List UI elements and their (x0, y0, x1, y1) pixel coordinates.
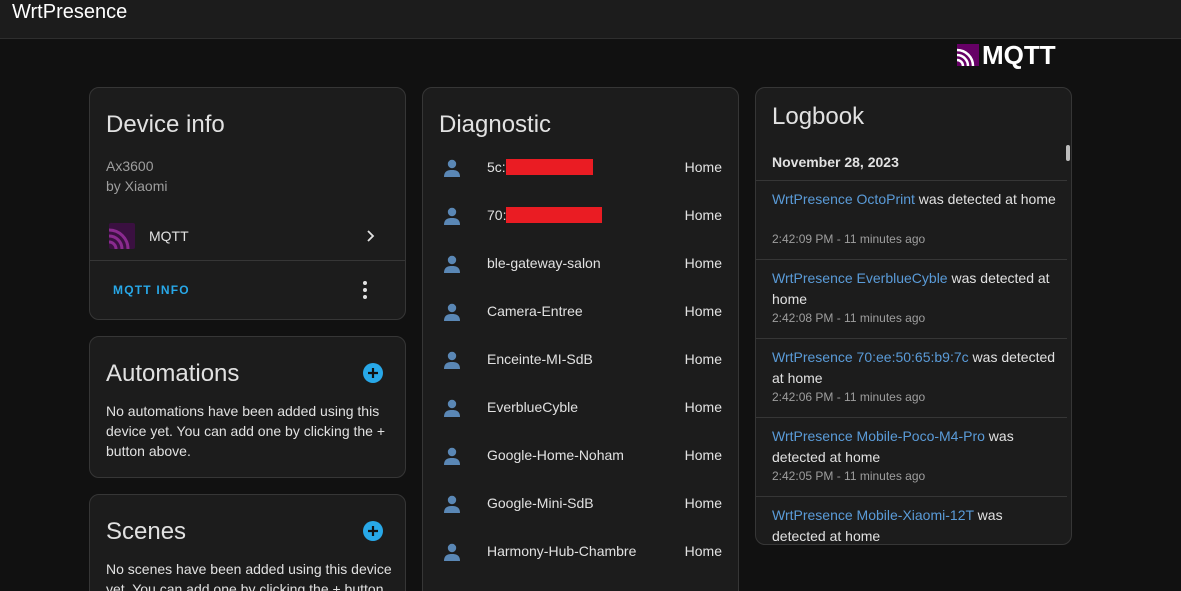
person-icon (444, 447, 460, 465)
add-automation-button[interactable] (362, 362, 384, 384)
device-info-card: Device info Ax3600 by Xiaomi MQTT MQTT I… (89, 87, 406, 320)
entity-name: 5c: (487, 159, 593, 175)
entity-name: ble-gateway-salon (487, 255, 601, 271)
logbook-message: WrtPresence 70:ee:50:65:b9:7c was detect… (772, 347, 1057, 389)
logbook-entry: WrtPresence 70:ee:50:65:b9:7c was detect… (756, 338, 1067, 417)
scenes-title: Scenes (106, 518, 187, 545)
entity-state: Home (684, 447, 722, 463)
logbook-entity-link[interactable]: WrtPresence 70:ee:50:65:b9:7c (772, 349, 969, 365)
person-icon (444, 303, 460, 321)
logbook-entry: WrtPresence Mobile-Poco-M4-Pro was detec… (756, 417, 1067, 496)
logbook-entry: WrtPresence EverblueCyble was detected a… (756, 259, 1067, 338)
top-app-bar: WrtPresence (0, 0, 1181, 39)
more-options-icon[interactable] (359, 279, 371, 301)
automations-title: Automations (106, 360, 240, 387)
entity-state: Home (684, 303, 722, 319)
redaction-block (506, 207, 603, 223)
mqtt-info-button[interactable]: MQTT INFO (113, 283, 190, 297)
diagnostic-entity-row[interactable]: 5c: Home (423, 144, 738, 192)
person-icon (444, 495, 460, 513)
person-icon (444, 351, 460, 369)
logbook-entity-link[interactable]: WrtPresence EverblueCyble (772, 270, 948, 286)
device-info-title: Device info (106, 111, 225, 138)
integration-row-mqtt[interactable]: MQTT (90, 216, 405, 256)
mqtt-logo: MQTT (957, 39, 1056, 70)
entity-state: Home (684, 495, 722, 511)
entity-state: Home (684, 399, 722, 415)
diagnostic-entity-row[interactable]: EverblueCyble Home (423, 384, 738, 432)
logbook-message: WrtPresence Mobile-Xiaomi-12T was detect… (772, 505, 1057, 544)
logbook-entry: WrtPresence OctoPrint was detected at ho… (756, 180, 1067, 259)
scenes-card: Scenes No scenes have been added using t… (89, 494, 406, 591)
logbook-timestamp: 2:42:05 PM - 11 minutes ago (772, 469, 926, 483)
person-icon (444, 159, 460, 177)
person-icon (444, 255, 460, 273)
logbook-message: WrtPresence EverblueCyble was detected a… (772, 268, 1057, 310)
redaction-block (505, 159, 593, 175)
logbook-timestamp: 2:42:08 PM - 11 minutes ago (772, 311, 926, 325)
logbook-entity-link[interactable]: WrtPresence Mobile-Poco-M4-Pro (772, 428, 985, 444)
logbook-message-text: was detected at home (914, 191, 1056, 207)
person-icon (444, 399, 460, 417)
app-title: WrtPresence (12, 1, 128, 23)
diagnostic-entity-row[interactable]: 70: Home (423, 192, 738, 240)
entity-state: Home (684, 543, 722, 559)
logbook-message: WrtPresence OctoPrint was detected at ho… (772, 189, 1057, 210)
diagnostic-entity-row[interactable]: Google-Home-Noham Home (423, 432, 738, 480)
logbook-message: WrtPresence Mobile-Poco-M4-Pro was detec… (772, 426, 1057, 468)
entity-state: Home (684, 351, 722, 367)
diagnostic-entity-row[interactable]: Google-Mini-SdB Home (423, 480, 738, 528)
entity-name: EverblueCyble (487, 399, 579, 415)
scenes-empty-text: No scenes have been added using this dev… (106, 561, 392, 591)
entity-name: Enceinte-MI-SdB (487, 351, 593, 367)
diagnostic-entity-row[interactable]: ble-gateway-salon Home (423, 240, 738, 288)
entity-name: Camera-Entree (487, 303, 583, 319)
logbook-timestamp: 2:42:09 PM - 11 minutes ago (772, 232, 926, 246)
chevron-right-icon (367, 230, 375, 242)
person-icon (444, 543, 460, 561)
automations-empty-text: No automations have been added using thi… (106, 403, 386, 459)
entity-name: Google-Mini-SdB (487, 495, 594, 511)
integration-label: MQTT (149, 228, 189, 244)
entity-name: 70: (487, 207, 603, 223)
diagnostic-entity-row[interactable]: Enceinte-MI-SdB Home (423, 336, 738, 384)
mqtt-logo-text: MQTT (982, 39, 1056, 70)
entity-state: Home (684, 207, 722, 223)
logbook-timestamp: 2:42:06 PM - 11 minutes ago (772, 390, 926, 404)
device-manufacturer: by Xiaomi (106, 178, 168, 194)
diagnostic-card: Diagnostic 5c: Home 70: Home ble-gateway-sal… (422, 87, 739, 591)
divider (90, 260, 405, 261)
logbook-entity-link[interactable]: WrtPresence OctoPrint (772, 191, 915, 207)
diagnostic-title: Diagnostic (439, 111, 552, 138)
logbook-entry: WrtPresence Mobile-Xiaomi-12T was detect… (756, 496, 1067, 544)
entity-state: Home (684, 159, 722, 175)
entity-state: Home (684, 255, 722, 271)
automations-card: Automations No automations have been add… (89, 336, 406, 478)
entity-name: Google-Home-Noham (487, 447, 624, 463)
logbook-scrollbar[interactable] (1066, 145, 1070, 161)
entity-name: Harmony-Hub-Chambre (487, 543, 637, 559)
logbook-card: Logbook November 28, 2023 WrtPresence Oc… (755, 87, 1072, 545)
mqtt-logo-icon (957, 44, 979, 66)
logbook-entity-link[interactable]: WrtPresence Mobile-Xiaomi-12T (772, 507, 974, 523)
diagnostic-entity-row[interactable]: Harmony-Hub-Chambre Home (423, 528, 738, 576)
device-model: Ax3600 (106, 158, 154, 174)
diagnostic-entity-row[interactable]: Camera-Entree Home (423, 288, 738, 336)
logbook-date: November 28, 2023 (772, 154, 899, 170)
mqtt-icon (109, 223, 135, 249)
add-scene-button[interactable] (362, 520, 384, 542)
person-icon (444, 207, 460, 225)
logbook-title: Logbook (772, 103, 865, 130)
